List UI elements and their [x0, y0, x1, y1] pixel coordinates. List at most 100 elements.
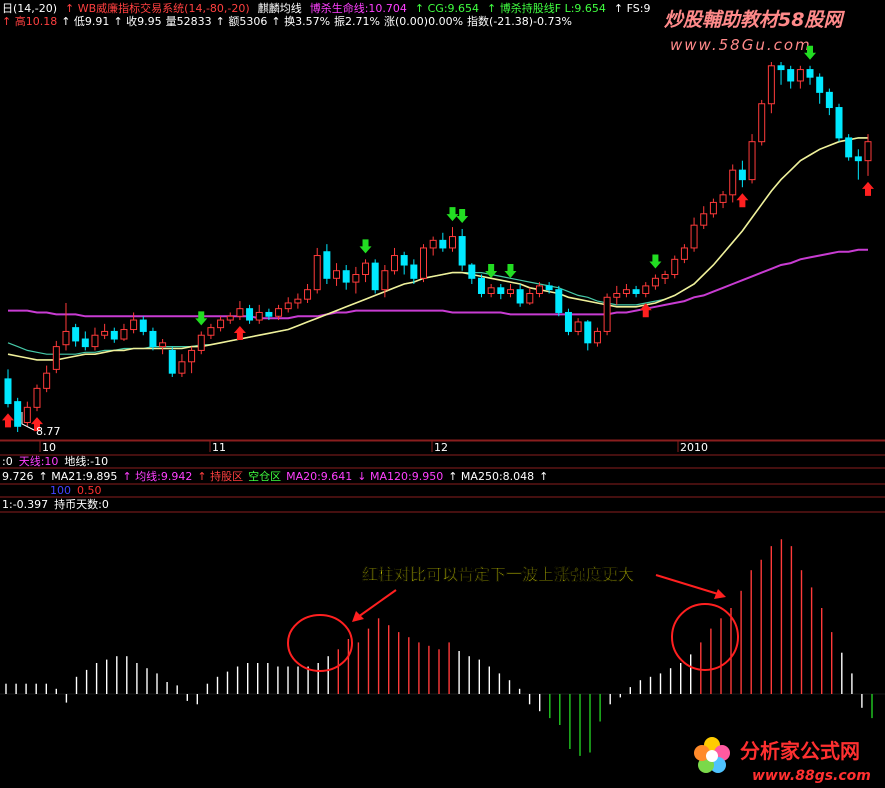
- candle: [110, 327, 118, 343]
- quote-item-3: 量52833: [166, 15, 212, 28]
- sell-arrow-icon: [359, 239, 372, 254]
- candle-body: [371, 262, 379, 291]
- candle: [23, 401, 31, 427]
- highlight-circle-right: [671, 603, 739, 671]
- candle: [622, 284, 630, 298]
- candle-body: [381, 270, 389, 291]
- price-chart-panel: 8.77: [2, 45, 874, 438]
- buy-arrow-icon: [862, 181, 874, 196]
- candle: [767, 62, 775, 114]
- header-item-2: 麒麟均线: [258, 1, 302, 15]
- candle-body: [584, 321, 592, 344]
- candle-body: [748, 141, 756, 181]
- candle-body: [14, 401, 22, 427]
- candle-body: [168, 349, 176, 374]
- candle: [33, 384, 41, 412]
- candle: [333, 263, 341, 286]
- candle-body: [709, 201, 717, 215]
- candle: [52, 340, 60, 374]
- header-item-4: ↑ CG:9.654: [415, 2, 479, 15]
- candle-body: [555, 289, 563, 313]
- candle-body: [62, 330, 70, 346]
- candle: [680, 244, 688, 264]
- candle-body: [671, 258, 679, 276]
- candle-body: [796, 69, 804, 82]
- candle: [700, 206, 708, 229]
- sell-arrow-icon: [504, 264, 517, 278]
- indicator1-item-1: 天线:10: [19, 454, 59, 468]
- header-item-1: ↑ WB威廉指标交易系统(14,-80,-20): [65, 1, 250, 15]
- candle-body: [700, 213, 708, 226]
- candle: [574, 318, 582, 336]
- logo-url: www.88gs.com: [752, 768, 871, 784]
- candle-body: [284, 302, 292, 310]
- candle-body: [651, 277, 659, 287]
- candle: [448, 227, 456, 252]
- candle: [352, 266, 360, 294]
- candle-body: [81, 338, 89, 348]
- candle-body: [622, 289, 630, 294]
- candle: [120, 323, 128, 341]
- candle: [159, 339, 167, 355]
- candle-body: [564, 311, 572, 332]
- candle-body: [506, 289, 514, 294]
- candle: [825, 88, 833, 116]
- candle-body: [661, 274, 669, 279]
- quote-item-5: ↑ 换3.57%: [271, 14, 330, 28]
- candle-body: [149, 330, 157, 348]
- indicator2-item-5: MA20:9.641: [286, 470, 352, 483]
- candle: [246, 304, 254, 324]
- candle: [758, 99, 766, 146]
- candle: [14, 397, 22, 432]
- candle-body: [323, 251, 331, 279]
- candle-body: [23, 406, 31, 424]
- candle-body: [854, 156, 862, 162]
- low-price-label: 8.77: [36, 425, 61, 438]
- candle-body: [497, 287, 505, 294]
- candle: [410, 259, 418, 284]
- candle-body: [738, 169, 746, 181]
- candle: [651, 274, 659, 290]
- candle: [603, 293, 611, 336]
- x-axis-label-10: 10: [42, 441, 56, 454]
- candle-body: [477, 277, 485, 294]
- candle: [342, 265, 350, 290]
- quote-item-4: ↑ 额5306: [216, 15, 268, 28]
- indicator4-item-0: 1:-0.397: [2, 498, 48, 511]
- candle: [671, 255, 679, 279]
- candle: [139, 316, 147, 336]
- candle-body: [178, 361, 186, 374]
- candle: [188, 346, 196, 374]
- x-axis-label-2010: 2010: [680, 441, 708, 454]
- candle: [362, 259, 370, 283]
- header-indicator-line-1: 日(14,-20) ↑ WB威廉指标交易系统(14,-80,-20) 麒麟均线 博杀生…: [2, 1, 650, 15]
- candle: [101, 323, 109, 340]
- logo-name: 分析家公式网: [740, 739, 860, 763]
- candle-body: [806, 69, 814, 78]
- candle-body: [352, 274, 360, 283]
- candle-body: [845, 137, 853, 158]
- candle-body: [255, 311, 263, 321]
- candle-body: [217, 319, 225, 329]
- annotation-text: 红柱对比可以肯定下一波上涨强度更大: [362, 565, 634, 584]
- quote-item-8: 指数(-21.38)-0.73%: [467, 14, 572, 28]
- indicator2-item-1: ↑ MA21:9.895: [39, 470, 118, 483]
- candle: [642, 282, 650, 298]
- annotation-arrow-left: [352, 589, 397, 622]
- chart-canvas: 日(14,-20) ↑ WB威廉指标交易系统(14,-80,-20) 麒麟均线 博杀生…: [0, 1, 885, 784]
- candle: [729, 164, 737, 203]
- indicator1-item-2: 地线:-10: [64, 454, 108, 468]
- candle-body: [758, 103, 766, 143]
- candle: [458, 228, 466, 271]
- candle-body: [458, 236, 466, 266]
- x-axis-label-11: 11: [212, 441, 226, 454]
- candle-body: [642, 285, 650, 294]
- candle: [796, 65, 804, 89]
- candle-body: [139, 319, 147, 332]
- stock-chart-screenshot: 日(14,-20) ↑ WB威廉指标交易系统(14,-80,-20) 麒麟均线 博杀生…: [0, 0, 885, 788]
- candle: [487, 284, 495, 298]
- sell-arrow-icon: [456, 208, 469, 223]
- candle: [217, 316, 225, 332]
- indicator2-item-3: ↑ 持股区: [197, 469, 243, 483]
- indicator2-item-8: ↑: [539, 470, 548, 483]
